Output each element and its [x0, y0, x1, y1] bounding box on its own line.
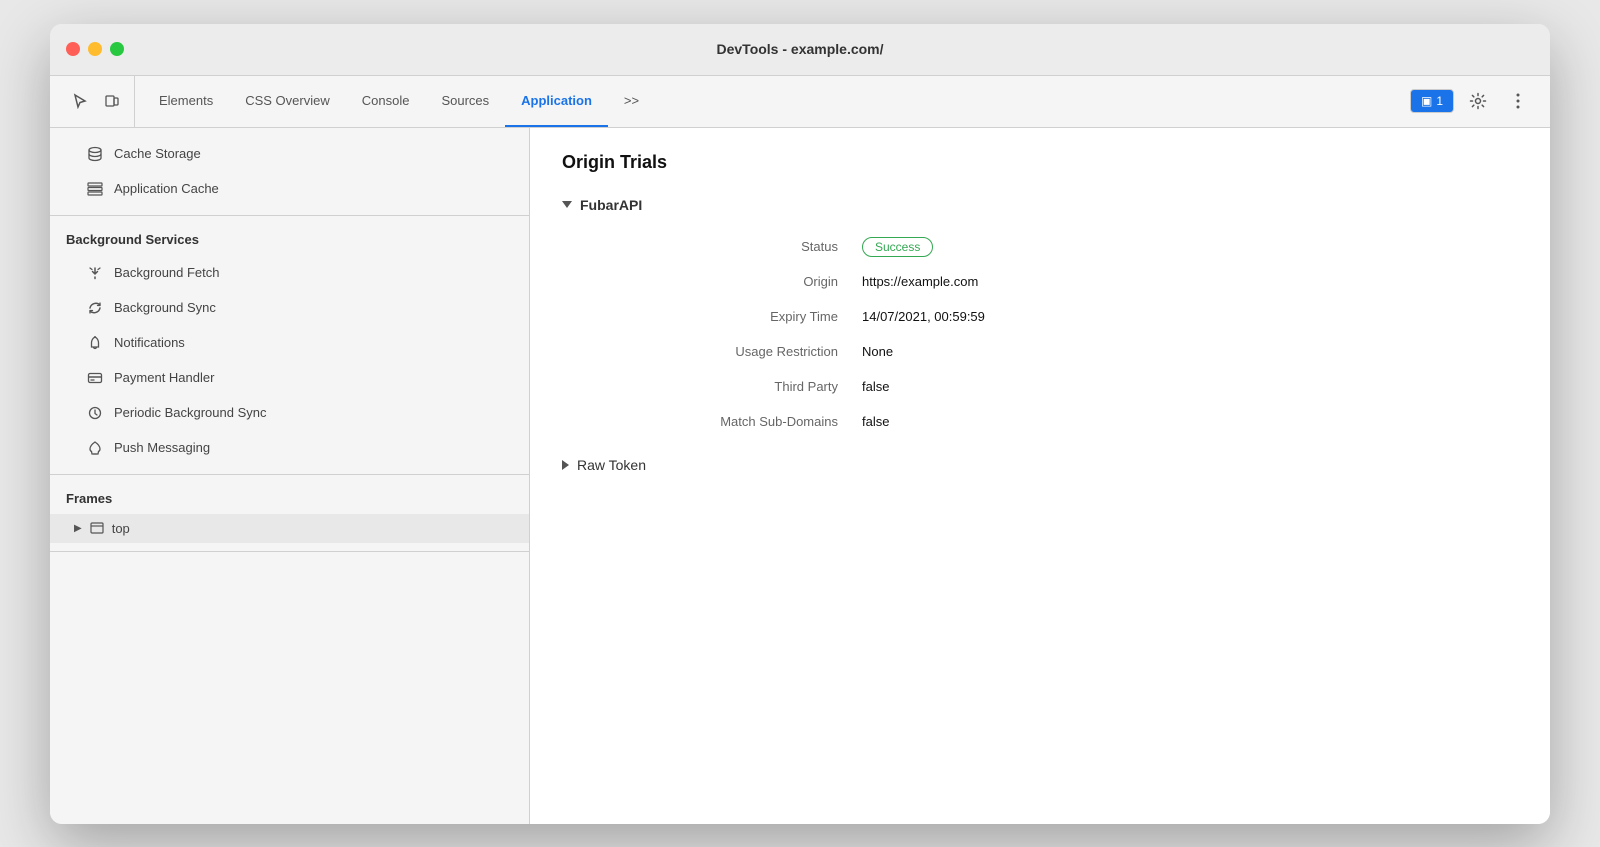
application-cache-icon: [86, 180, 104, 198]
raw-token-row[interactable]: Raw Token: [562, 447, 1518, 483]
payment-handler-icon: [86, 369, 104, 387]
background-services-section: Background Services Background Fetch: [50, 216, 529, 475]
api-name: FubarAPI: [580, 197, 642, 213]
expiry-time-label: Expiry Time: [642, 309, 862, 324]
third-party-field-row: Third Party false: [562, 369, 1518, 404]
third-party-value: false: [862, 379, 889, 394]
settings-button[interactable]: [1462, 85, 1494, 117]
frames-section: Frames ▶ top: [50, 475, 529, 552]
tab-console[interactable]: Console: [346, 76, 426, 127]
expand-triangle-icon: [562, 201, 572, 208]
frame-expand-arrow: ▶: [74, 523, 82, 534]
minimize-button[interactable]: [88, 42, 102, 56]
window-title: DevTools - example.com/: [716, 41, 883, 57]
traffic-lights: [66, 42, 124, 56]
api-header[interactable]: FubarAPI: [562, 197, 1518, 213]
device-toggle-button[interactable]: [98, 87, 126, 115]
cache-storage-icon: [86, 145, 104, 163]
status-value: Success: [862, 239, 933, 254]
cursor-tool-button[interactable]: [66, 87, 94, 115]
toolbar: Elements CSS Overview Console Sources Ap…: [50, 76, 1550, 128]
notifications-icon: [86, 334, 104, 352]
origin-value: https://example.com: [862, 274, 978, 289]
sidebar-item-push-messaging[interactable]: Push Messaging: [54, 431, 525, 465]
api-section: FubarAPI Status Success Origin https://e…: [562, 197, 1518, 483]
background-fetch-icon: [86, 264, 104, 282]
usage-restriction-value: None: [862, 344, 893, 359]
tab-more[interactable]: >>: [608, 76, 655, 127]
toolbar-tool-icons: [58, 76, 135, 127]
more-options-button[interactable]: [1502, 85, 1534, 117]
tab-sources[interactable]: Sources: [425, 76, 505, 127]
push-messaging-icon: [86, 439, 104, 457]
raw-token-label: Raw Token: [577, 457, 646, 473]
status-badge: Success: [862, 237, 933, 257]
sidebar-item-periodic-background-sync[interactable]: Periodic Background Sync: [54, 396, 525, 430]
messages-badge-button[interactable]: ▣ 1: [1410, 89, 1454, 113]
usage-restriction-label: Usage Restriction: [642, 344, 862, 359]
tab-elements[interactable]: Elements: [143, 76, 229, 127]
maximize-button[interactable]: [110, 42, 124, 56]
close-button[interactable]: [66, 42, 80, 56]
sidebar-item-notifications[interactable]: Notifications: [54, 326, 525, 360]
status-field-row: Status Success: [562, 229, 1518, 264]
sidebar: Cache Storage Application Cache Backgrou: [50, 128, 530, 824]
titlebar: DevTools - example.com/: [50, 24, 1550, 76]
expiry-time-value: 14/07/2021, 00:59:59: [862, 309, 985, 324]
background-services-header: Background Services: [50, 224, 529, 255]
message-icon: ▣: [1421, 94, 1432, 108]
frame-icon: [90, 521, 104, 535]
periodic-bg-sync-icon: [86, 404, 104, 422]
status-label: Status: [642, 239, 862, 254]
frames-header: Frames: [50, 483, 529, 514]
main-content: Cache Storage Application Cache Backgrou: [50, 128, 1550, 824]
origin-label: Origin: [642, 274, 862, 289]
storage-section: Cache Storage Application Cache: [50, 128, 529, 216]
main-panel: Origin Trials FubarAPI Status Success Or…: [530, 128, 1550, 824]
third-party-label: Third Party: [642, 379, 862, 394]
raw-token-expand-icon: [562, 460, 569, 470]
sidebar-item-background-sync[interactable]: Background Sync: [54, 291, 525, 325]
background-sync-icon: [86, 299, 104, 317]
usage-restriction-field-row: Usage Restriction None: [562, 334, 1518, 369]
expiry-field-row: Expiry Time 14/07/2021, 00:59:59: [562, 299, 1518, 334]
tab-bar: Elements CSS Overview Console Sources Ap…: [143, 76, 1402, 127]
origin-field-row: Origin https://example.com: [562, 264, 1518, 299]
devtools-window: DevTools - example.com/ Elements CSS Ove…: [50, 24, 1550, 824]
panel-title: Origin Trials: [562, 152, 1518, 173]
match-sub-domains-field-row: Match Sub-Domains false: [562, 404, 1518, 439]
sidebar-item-application-cache[interactable]: Application Cache: [54, 172, 525, 206]
sidebar-item-payment-handler[interactable]: Payment Handler: [54, 361, 525, 395]
sidebar-item-top-frame[interactable]: ▶ top: [50, 514, 529, 543]
sidebar-item-cache-storage[interactable]: Cache Storage: [54, 137, 525, 171]
tab-application[interactable]: Application: [505, 76, 608, 127]
tab-css-overview[interactable]: CSS Overview: [229, 76, 346, 127]
match-sub-domains-value: false: [862, 414, 889, 429]
match-sub-domains-label: Match Sub-Domains: [642, 414, 862, 429]
toolbar-right-actions: ▣ 1: [1402, 76, 1542, 127]
sidebar-item-background-fetch[interactable]: Background Fetch: [54, 256, 525, 290]
